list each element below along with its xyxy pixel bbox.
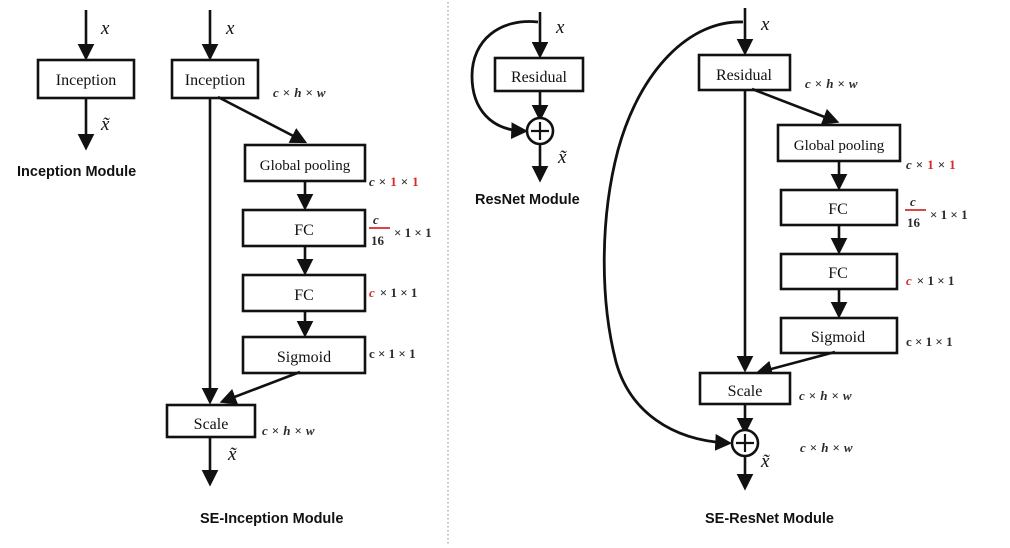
dim-rest: × 1 × 1 [380, 285, 418, 300]
output-var-label: x̃ [760, 451, 770, 472]
dim-label-after-sum: c × h × w [800, 440, 853, 455]
dim-label-after-fc2: c × 1 × 1 [906, 273, 954, 288]
block-label-scale: Scale [728, 383, 763, 400]
block-label-global-pooling: Global pooling [794, 138, 885, 154]
block-label-fc-2: FC [294, 287, 314, 304]
dim-h: h [826, 76, 833, 91]
output-var-label: x̃ [557, 147, 567, 168]
dim-one-1: 1 [390, 174, 397, 189]
arrow-sigmoid-to-scale [219, 370, 301, 405]
dim-c: c [805, 76, 811, 91]
figure-canvas: Inception x x̃ Inception Module x Incept… [0, 0, 1010, 548]
input-var-label: x [225, 18, 235, 39]
dim-rest: × 1 × 1 [917, 273, 955, 288]
dim-w: w [849, 76, 858, 91]
dim-times-2: × [401, 174, 408, 189]
dim-fraction-numerator: c [910, 194, 916, 209]
dim-label-after-fc1: c 16 × 1 × 1 [369, 212, 432, 248]
arrow-inception-to-global-pooling [217, 95, 308, 144]
output-var-label: x̃ [100, 114, 110, 135]
input-var-label: x [100, 18, 110, 39]
dim-label-after-fc2: c × 1 × 1 [369, 285, 417, 300]
diagram-svg: Inception x x̃ Inception Module x Incept… [17, 2, 968, 546]
svg-text:c×h×w: c × h × w [800, 440, 853, 455]
dim-fraction-rest: × 1 × 1 [394, 225, 432, 240]
svg-text:c×1×1: c × 1 × 1 [906, 157, 956, 172]
block-label-inception: Inception [185, 72, 245, 89]
dim-label-after-fc1: c 16 × 1 × 1 [905, 194, 968, 230]
dim-label-after-pooling: c × 1 × 1 [369, 174, 419, 189]
dim-one-2: 1 [949, 157, 956, 172]
dim-c: c [906, 273, 912, 288]
input-var-label: x [760, 14, 770, 35]
dim-label-after-scale: c × h × w [799, 388, 852, 403]
block-label-inception: Inception [56, 72, 116, 89]
caption-resnet-module: ResNet Module [475, 192, 580, 208]
arrow-residual-to-global-pooling [751, 87, 840, 125]
dim-times-2: × [305, 85, 312, 100]
dim-label-after-inception: c × h × w [273, 85, 326, 100]
dim-label-after-pooling: c × 1 × 1 [906, 157, 956, 172]
dim-times-2: × [938, 157, 945, 172]
dim-label-after-residual: c × h × w [805, 76, 858, 91]
block-label-fc-2: FC [828, 265, 848, 282]
block-label-scale: Scale [194, 416, 229, 433]
svg-text:c×h×w: c × h × w [262, 423, 315, 438]
input-var-label: x [555, 17, 565, 38]
caption-se-inception-module: SE-Inception Module [200, 511, 343, 527]
caption-inception-module: Inception Module [17, 164, 136, 180]
dim-times: × [379, 174, 386, 189]
dim-fraction-denominator: 16 [371, 233, 385, 248]
block-label-fc-1: FC [828, 201, 848, 218]
dim-label-after-sigmoid: c × 1 × 1 [906, 334, 953, 349]
dim-one-1: 1 [927, 157, 934, 172]
svg-text:c×h×w: c × h × w [273, 85, 326, 100]
svg-text:c× 1 × 1: c × 1 × 1 [369, 285, 417, 300]
svg-text:c×1×1: c × 1 × 1 [369, 174, 419, 189]
dim-label-after-sigmoid: c × 1 × 1 [369, 346, 416, 361]
svg-text:c×h×w: c × h × w [805, 76, 858, 91]
svg-text:c× 1 × 1: c × 1 × 1 [906, 273, 954, 288]
dim-h: h [294, 85, 301, 100]
dim-one-2: 1 [412, 174, 419, 189]
dim-c: c [273, 85, 279, 100]
block-label-residual: Residual [716, 67, 773, 84]
dim-times: × [815, 76, 822, 91]
caption-se-resnet-module: SE-ResNet Module [705, 511, 834, 527]
dim-w: w [317, 85, 326, 100]
dim-c: c [369, 285, 375, 300]
dim-label-after-scale: c × h × w [262, 423, 315, 438]
arrow-sigmoid-to-scale [755, 350, 836, 377]
block-label-sigmoid: Sigmoid [811, 329, 865, 346]
dim-c: c [906, 157, 912, 172]
block-label-sigmoid: Sigmoid [277, 349, 331, 366]
block-label-residual: Residual [511, 69, 568, 86]
dim-c: c [369, 174, 375, 189]
svg-text:c×h×w: c × h × w [799, 388, 852, 403]
output-var-label: x̃ [227, 444, 237, 465]
block-label-fc-1: FC [294, 222, 314, 239]
dim-fraction-rest: × 1 × 1 [930, 207, 968, 222]
dim-fraction-numerator: c [373, 212, 379, 227]
dim-times-2: × [837, 76, 844, 91]
dim-times: × [916, 157, 923, 172]
dim-times: × [283, 85, 290, 100]
block-label-global-pooling: Global pooling [260, 158, 351, 174]
dim-fraction-denominator: 16 [907, 215, 921, 230]
